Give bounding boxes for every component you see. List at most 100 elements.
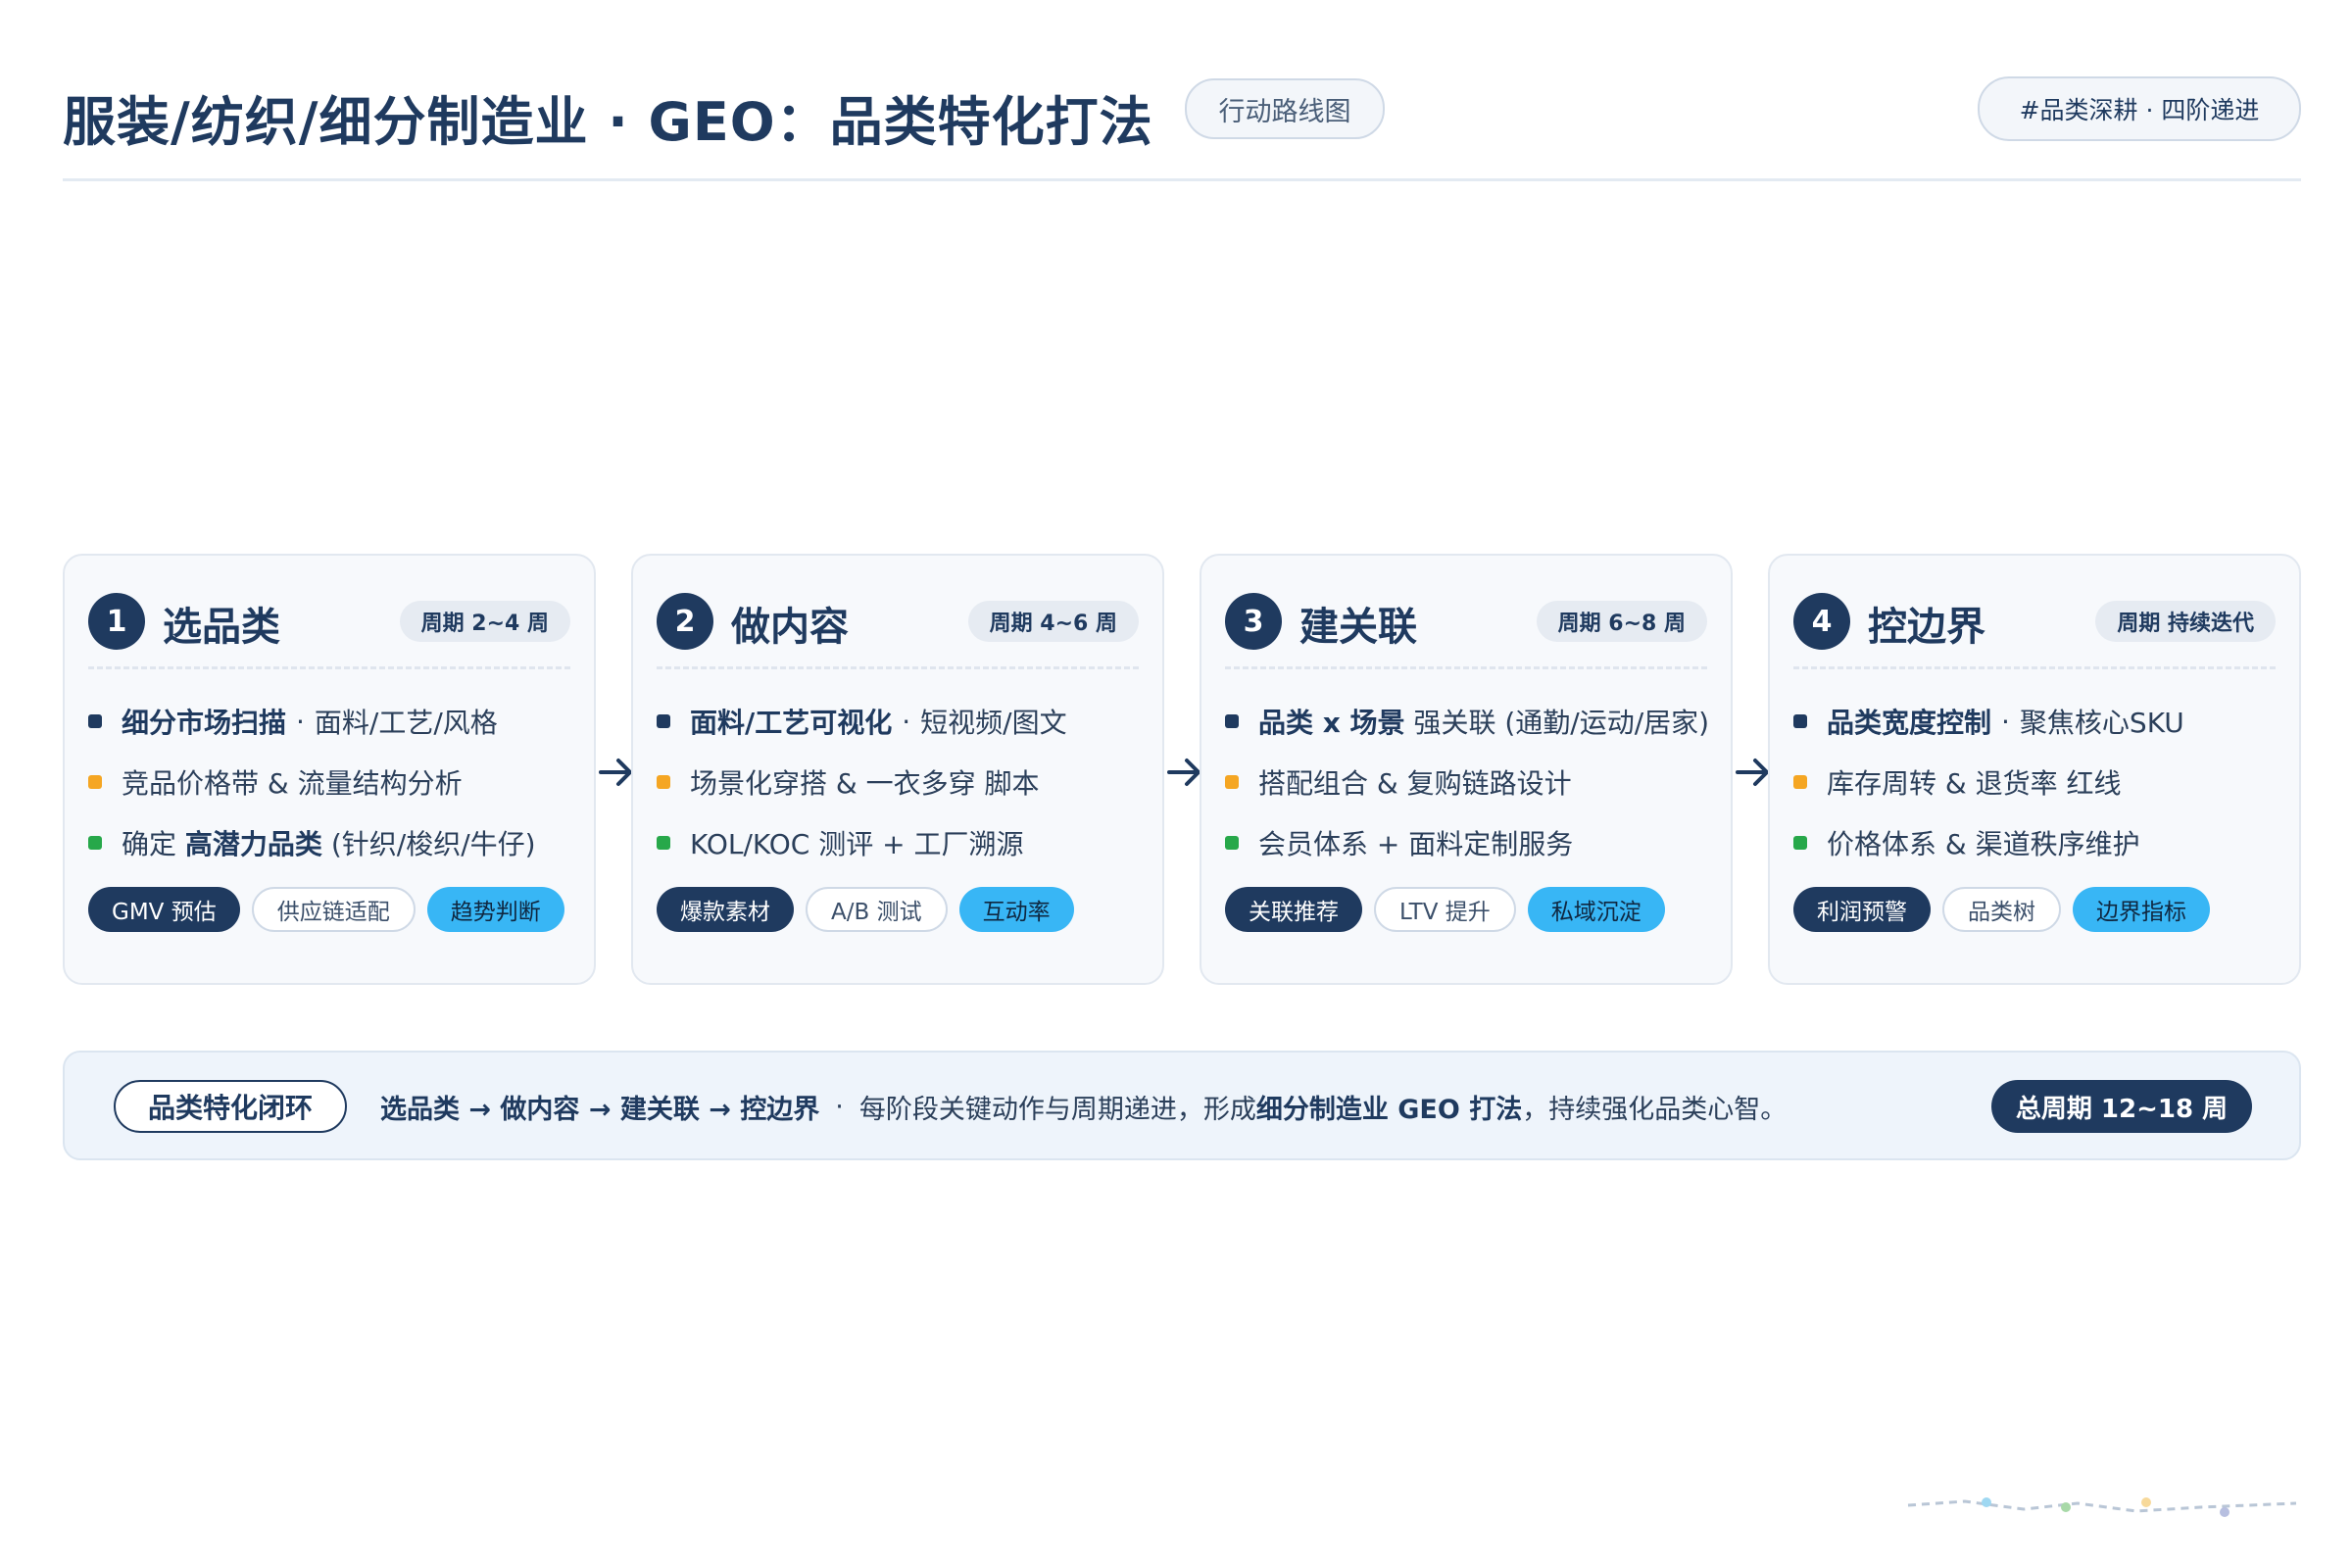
divider <box>1793 666 2276 669</box>
bullet-marker <box>1225 836 1239 850</box>
summary-bar: 品类特化闭环 选品类 → 做内容 → 建关联 → 控边界 · 每阶段关键动作与周… <box>63 1051 2301 1160</box>
bullet-marker <box>88 775 102 789</box>
bullet-item: KOL/KOC 测评 + 工厂溯源 <box>657 812 1152 873</box>
bullet-text: 面料/工艺/风格 <box>314 707 498 739</box>
card-header: 4 控边界 周期 持续迭代 <box>1793 593 2276 652</box>
stage-cards: 1 选品类 周期 2~4 周 细分市场扫描 · 面料/工艺/风格 竞品价格带 &… <box>63 554 2301 987</box>
header: 服装/纺织/细分制造业 · GEO：品类特化打法 行动路线图 #品类深耕 · 四… <box>63 71 2301 181</box>
bullet-marker <box>1793 775 1807 789</box>
bullet-prefix: 确定 <box>122 828 177 860</box>
bullet-marker <box>657 836 670 850</box>
tag-badge: #品类深耕 · 四阶递进 <box>1978 76 2301 141</box>
card-header: 2 做内容 周期 4~6 周 <box>657 593 1139 652</box>
bullet-item: 品类宽度控制 · 聚焦核心SKU <box>1793 691 2289 752</box>
arrow-right-icon <box>1167 759 1200 786</box>
stage-card-1: 1 选品类 周期 2~4 周 细分市场扫描 · 面料/工艺/风格 竞品价格带 &… <box>63 554 596 985</box>
bullet-item: 会员体系 + 面料定制服务 <box>1225 812 1721 873</box>
summary-desc-post: ，持续强化品类心智。 <box>1522 1094 1788 1125</box>
chip-tag: 供应链适配 <box>251 887 416 932</box>
stage-card-4: 4 控边界 周期 持续迭代 品类宽度控制 · 聚焦核心SKU 库存周转 & 退货… <box>1768 554 2301 985</box>
bullet-bold: 高潜力品类 <box>184 828 322 860</box>
divider <box>88 666 570 669</box>
summary-desc-bold: 细分制造业 GEO 打法 <box>1255 1094 1523 1125</box>
loop-badge: 品类特化闭环 <box>114 1080 347 1133</box>
bullet-text: 聚焦核心SKU <box>2019 707 2184 739</box>
step-number: 3 <box>1225 593 1282 650</box>
card-header: 3 建关联 周期 6~8 周 <box>1225 593 1707 652</box>
bullet-text: 强关联 (通勤/运动/居家) <box>1413 707 1710 739</box>
bullet-item: 场景化穿搭 & 一衣多穿 脚本 <box>657 752 1152 812</box>
chip-tag: 边界指标 <box>2073 887 2210 932</box>
card-header: 1 选品类 周期 2~4 周 <box>88 593 570 652</box>
chip-tag: 互动率 <box>958 887 1074 932</box>
bullet-text: 场景化穿搭 & 一衣多穿 脚本 <box>690 767 1040 800</box>
bullet-separator: · <box>2001 705 2010 738</box>
page-title: 服装/纺织/细分制造业 · GEO：品类特化打法 <box>63 91 1153 153</box>
bullet-list: 品类宽度控制 · 聚焦核心SKU 库存周转 & 退货率 红线 价格体系 & 渠道… <box>1793 691 2289 873</box>
bullet-text: (针织/梭织/牛仔) <box>330 828 536 860</box>
bullet-marker <box>1793 836 1807 850</box>
bullet-item: 确定 高潜力品类 (针织/梭织/牛仔) <box>88 812 584 873</box>
bullet-marker <box>1793 714 1807 728</box>
bullet-separator: · <box>296 705 305 738</box>
step-number: 1 <box>88 593 145 650</box>
period-badge: 周期 持续迭代 <box>2095 601 2276 642</box>
chip-tag: 关联推荐 <box>1225 887 1362 932</box>
divider <box>657 666 1139 669</box>
bullet-item: 细分市场扫描 · 面料/工艺/风格 <box>88 691 584 752</box>
chip-tag: 利润预警 <box>1793 887 1931 932</box>
bullet-marker <box>88 836 102 850</box>
stage-card-3: 3 建关联 周期 6~8 周 品类 x 场景 强关联 (通勤/运动/居家) 搭配… <box>1200 554 1733 985</box>
stage-card-2: 2 做内容 周期 4~6 周 面料/工艺可视化 · 短视频/图文 场景化穿搭 &… <box>631 554 1164 985</box>
bullet-text: 短视频/图文 <box>920 707 1067 739</box>
roadmap-badge: 行动路线图 <box>1185 78 1385 139</box>
bullet-text: 会员体系 + 面料定制服务 <box>1258 828 1574 860</box>
arrow-right-icon <box>1736 759 1769 786</box>
bullet-text: 价格体系 & 渠道秩序维护 <box>1827 828 2140 860</box>
chip-row: 关联推荐 LTV 提升 私域沉淀 <box>1225 887 1665 932</box>
stage-title: 选品类 <box>163 605 280 650</box>
bullet-item: 竞品价格带 & 流量结构分析 <box>88 752 584 812</box>
chip-tag: 品类树 <box>1942 887 2061 932</box>
chip-tag: GMV 预估 <box>88 887 240 932</box>
period-badge: 周期 4~6 周 <box>967 601 1139 642</box>
bullet-item: 面料/工艺可视化 · 短视频/图文 <box>657 691 1152 752</box>
decorative-line-icon <box>1907 1497 2297 1517</box>
bullet-list: 面料/工艺可视化 · 短视频/图文 场景化穿搭 & 一衣多穿 脚本 KOL/KO… <box>657 691 1152 873</box>
bullet-item: 库存周转 & 退货率 红线 <box>1793 752 2289 812</box>
bullet-marker <box>657 775 670 789</box>
bullet-item: 搭配组合 & 复购链路设计 <box>1225 752 1721 812</box>
chip-row: 爆款素材 A/B 测试 互动率 <box>657 887 1074 932</box>
step-number: 4 <box>1793 593 1850 650</box>
bullet-text: 竞品价格带 & 流量结构分析 <box>122 767 463 800</box>
summary-separator: · <box>835 1091 844 1122</box>
chip-tag: 私域沉淀 <box>1527 887 1665 932</box>
bullet-marker <box>88 714 102 728</box>
bullet-bold: 品类宽度控制 <box>1827 707 1992 739</box>
flow-text: 选品类 → 做内容 → 建关联 → 控边界 <box>380 1094 820 1125</box>
chip-tag: A/B 测试 <box>806 887 948 932</box>
bullet-marker <box>657 714 670 728</box>
bullet-text: 搭配组合 & 复购链路设计 <box>1258 767 1572 800</box>
bullet-separator: · <box>902 705 911 738</box>
chip-tag: LTV 提升 <box>1374 887 1516 932</box>
bullet-marker <box>1225 775 1239 789</box>
divider <box>1225 666 1707 669</box>
chip-row: 利润预警 品类树 边界指标 <box>1793 887 2210 932</box>
bullet-list: 细分市场扫描 · 面料/工艺/风格 竞品价格带 & 流量结构分析 确定 高潜力品… <box>88 691 584 873</box>
bullet-bold: 品类 x 场景 <box>1258 707 1405 739</box>
stage-title: 控边界 <box>1868 605 1985 650</box>
bullet-bold: 面料/工艺可视化 <box>690 707 893 739</box>
bullet-item: 价格体系 & 渠道秩序维护 <box>1793 812 2289 873</box>
chip-tag: 趋势判断 <box>426 887 564 932</box>
total-period-badge: 总周期 12~18 周 <box>1991 1080 2252 1133</box>
summary-desc-pre: 每阶段关键动作与周期递进，形成 <box>858 1094 1256 1125</box>
period-badge: 周期 2~4 周 <box>399 601 570 642</box>
chip-tag: 爆款素材 <box>657 887 794 932</box>
bullet-text: 库存周转 & 退货率 红线 <box>1827 767 2122 800</box>
arrow-right-icon <box>599 759 632 786</box>
bullet-text: KOL/KOC 测评 + 工厂溯源 <box>690 828 1024 860</box>
bullet-list: 品类 x 场景 强关联 (通勤/运动/居家) 搭配组合 & 复购链路设计 会员体… <box>1225 691 1721 873</box>
bullet-bold: 细分市场扫描 <box>122 707 287 739</box>
period-badge: 周期 6~8 周 <box>1536 601 1707 642</box>
